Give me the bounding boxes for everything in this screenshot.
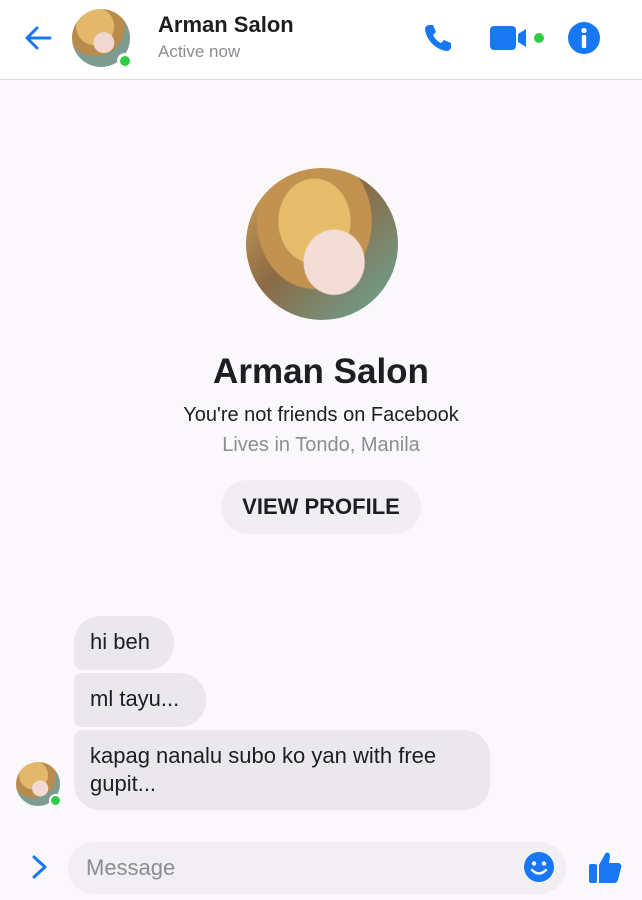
friend-status: You're not friends on Facebook (183, 404, 459, 426)
back-arrow-icon[interactable] (22, 22, 54, 54)
emoji-icon[interactable] (522, 850, 556, 884)
message-bubble[interactable]: ml tayu... (74, 673, 206, 727)
profile-name: Arman Salon (213, 352, 429, 391)
profile-picture[interactable] (246, 168, 398, 320)
conversation-header: Arman Salon Active now (0, 0, 642, 80)
thumbs-up-icon[interactable] (586, 848, 624, 886)
location-text: Lives in Tondo, Manila (222, 434, 420, 456)
chevron-right-icon[interactable] (28, 852, 52, 882)
contact-name[interactable]: Arman Salon (158, 12, 294, 38)
sender-avatar[interactable] (16, 762, 62, 807)
active-status: Active now (158, 42, 241, 61)
info-icon[interactable] (566, 20, 602, 56)
avatar[interactable] (72, 9, 133, 69)
message-bubble[interactable]: kapag nanalu subo ko yan with free gupit… (74, 730, 490, 810)
message-input[interactable] (68, 842, 566, 894)
video-camera-icon[interactable] (488, 20, 550, 56)
message-composer (0, 832, 642, 900)
online-indicator (49, 794, 62, 807)
phone-icon[interactable] (420, 20, 456, 56)
message-bubble[interactable]: hi beh (74, 616, 174, 670)
view-profile-button[interactable]: VIEW PROFILE (221, 480, 421, 534)
online-indicator (117, 53, 133, 69)
